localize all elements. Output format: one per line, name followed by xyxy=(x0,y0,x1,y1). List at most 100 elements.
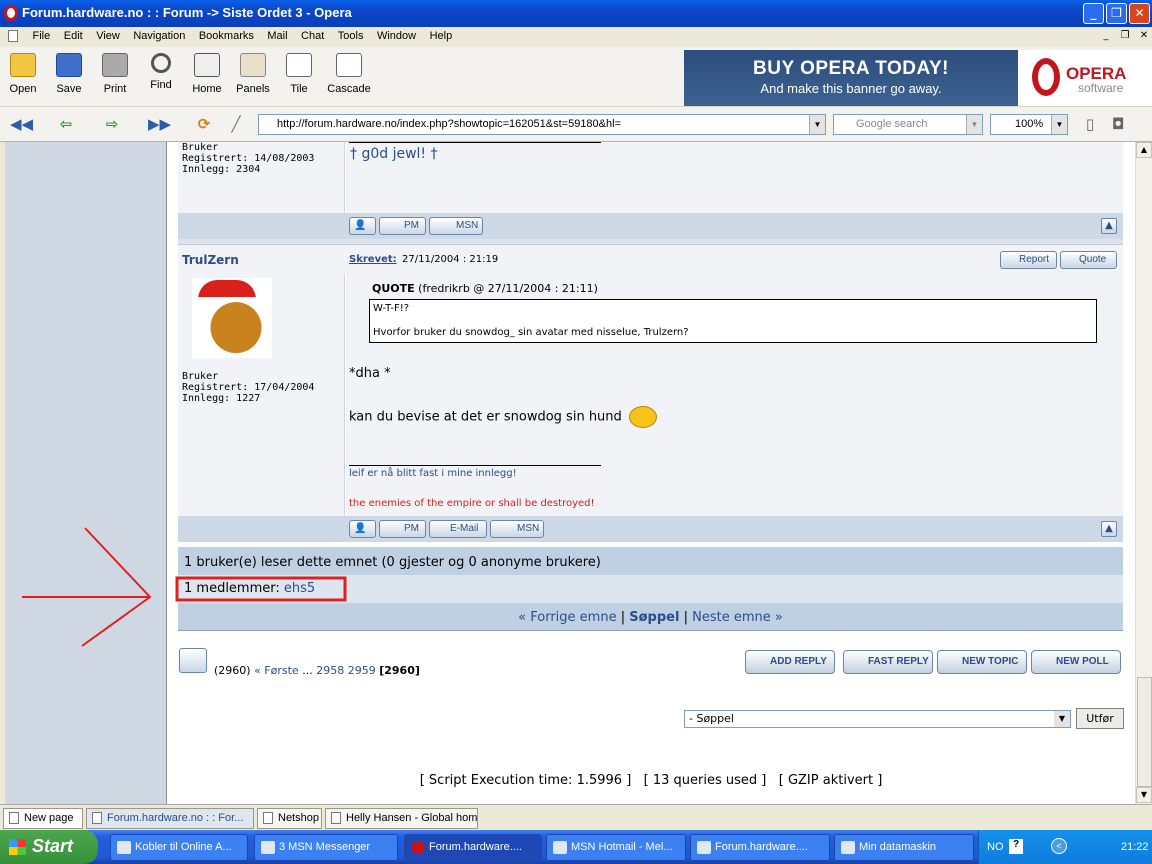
go-button[interactable]: Utfør xyxy=(1076,708,1124,729)
find-button[interactable]: Find xyxy=(138,51,184,91)
taskbar-item[interactable]: MSN Hotmail - Mel... xyxy=(546,834,686,861)
post-signature: † g0d jewl! † xyxy=(350,146,438,162)
profile-button[interactable]: 👤 xyxy=(349,217,376,235)
folder-icon xyxy=(10,53,36,77)
zoom-select[interactable]: 100% ▼ xyxy=(990,114,1068,135)
forward-icon[interactable]: ⇨ xyxy=(102,115,122,133)
post-text: *dha * xyxy=(349,366,391,381)
rewind-icon[interactable]: ◀◀ xyxy=(10,115,33,133)
page-link[interactable]: 2958 xyxy=(316,664,344,677)
language-indicator[interactable]: NO xyxy=(987,841,1004,853)
taskbar-item[interactable]: Min datamaskin xyxy=(834,834,974,861)
stop-icon[interactable]: ╱ xyxy=(226,115,246,133)
prev-topic-link[interactable]: « Forrige emne xyxy=(518,610,616,625)
menu-navigation[interactable]: Navigation xyxy=(128,27,190,45)
menu-help[interactable]: Help xyxy=(425,27,458,45)
help-icon[interactable]: ? xyxy=(1009,839,1023,854)
camera-icon[interactable]: ◘ xyxy=(1108,115,1128,133)
tab-netshop[interactable]: Netshop xyxy=(257,808,322,829)
menu-view[interactable]: View xyxy=(91,27,125,45)
menu-window[interactable]: Window xyxy=(372,27,421,45)
home-button[interactable]: Home xyxy=(184,51,230,95)
taskbar-item[interactable]: Forum.hardware.... xyxy=(690,834,830,861)
post-text: kan du bevise at det er snowdog sin hund xyxy=(349,406,657,428)
tab-new-page[interactable]: New page xyxy=(3,808,83,829)
post-author-info: Bruker Registrert: 14/08/2003 Innlegg: 2… xyxy=(178,142,345,213)
save-button[interactable]: Save xyxy=(46,51,92,95)
report-button[interactable]: Report xyxy=(1000,251,1057,269)
reload-icon[interactable]: ⟳ xyxy=(194,115,214,133)
scroll-down-icon[interactable]: ▼ xyxy=(1136,787,1152,803)
tab-helly-hansen[interactable]: Helly Hansen - Global home xyxy=(325,808,478,829)
msn-button[interactable]: MSN xyxy=(429,217,483,235)
menu-mail[interactable]: Mail xyxy=(262,27,292,45)
post-author[interactable]: TrulZern xyxy=(182,253,239,267)
signature-divider xyxy=(349,465,601,466)
chevron-down-icon[interactable]: ▼ xyxy=(966,115,982,134)
address-bar: ◀◀ ⇦ ⇨ ▶▶ ⟳ ╱ http://forum.hardware.no/i… xyxy=(0,107,1152,142)
chevron-left-icon[interactable]: < xyxy=(1051,838,1067,854)
open-button[interactable]: Open xyxy=(0,51,46,95)
restore-button[interactable]: ❐ xyxy=(1106,3,1127,24)
tile-button[interactable]: Tile xyxy=(276,51,322,95)
close-button[interactable]: ✕ xyxy=(1129,3,1150,24)
tab-forum[interactable]: Forum.hardware.no : : For... xyxy=(86,808,254,829)
search-input[interactable]: Google search ▼ xyxy=(833,114,983,135)
window-title: Forum.hardware.no : : Forum -> Siste Ord… xyxy=(22,5,352,20)
scroll-up-icon[interactable]: ▲ xyxy=(1136,142,1152,158)
scroll-thumb[interactable] xyxy=(1137,677,1152,787)
new-poll-button[interactable]: NEW POLL xyxy=(1031,650,1121,674)
post-written-label[interactable]: Skrevet: xyxy=(349,254,397,265)
menu-chat[interactable]: Chat xyxy=(296,27,329,45)
cascade-button[interactable]: Cascade xyxy=(326,51,372,95)
start-button[interactable]: Start xyxy=(0,830,98,864)
minimize-button[interactable]: _ xyxy=(1083,3,1104,24)
title-bar[interactable]: Forum.hardware.no : : Forum -> Siste Ord… xyxy=(0,0,1152,27)
msn-icon xyxy=(261,841,275,854)
opera-icon xyxy=(4,5,18,21)
back-icon[interactable]: ⇦ xyxy=(56,115,76,133)
page-icon xyxy=(8,30,18,42)
quote-button[interactable]: Quote xyxy=(1060,251,1117,269)
first-page-link[interactable]: « Første xyxy=(254,664,299,677)
buy-opera-banner[interactable]: BUY OPERA TODAY! And make this banner go… xyxy=(684,50,1018,106)
trash-icon[interactable]: ▯ xyxy=(1080,115,1100,133)
arrow-up-icon[interactable]: ▲ xyxy=(1101,218,1117,234)
arrow-up-icon[interactable]: ▲ xyxy=(1101,521,1117,537)
chevron-down-icon[interactable]: ▼ xyxy=(1051,115,1067,134)
mdi-minimize-button[interactable]: _ xyxy=(1098,29,1114,44)
fast-reply-button[interactable]: FAST REPLY xyxy=(843,650,933,674)
taskbar-item[interactable]: 3 MSN Messenger xyxy=(254,834,398,861)
mdi-restore-button[interactable]: ❐ xyxy=(1117,29,1133,44)
email-button[interactable]: E-Mail xyxy=(429,520,487,538)
forum-link[interactable]: Søppel xyxy=(629,610,679,625)
panels-button[interactable]: Panels xyxy=(230,51,276,95)
forum-jump-select[interactable]: - Søppel ▼ xyxy=(684,710,1071,728)
post-header: TrulZern Skrevet: 27/11/2004 : 21:19 Rep… xyxy=(178,244,1123,274)
menu-file[interactable]: File xyxy=(28,27,56,45)
pm-button[interactable]: PM xyxy=(379,217,426,235)
chevron-down-icon[interactable]: ▼ xyxy=(809,115,825,134)
pm-button[interactable]: PM xyxy=(379,520,426,538)
network-icon xyxy=(117,841,131,854)
vertical-scrollbar[interactable]: ▲ ▼ xyxy=(1135,142,1152,804)
print-button[interactable]: Print xyxy=(92,51,138,95)
footer-stats: [ Script Execution time: 1.5996 ] [ 13 q… xyxy=(419,773,883,788)
menu-bar: File Edit View Navigation Bookmarks Mail… xyxy=(0,27,1152,47)
menu-edit[interactable]: Edit xyxy=(59,27,88,45)
address-input[interactable]: http://forum.hardware.no/index.php?showt… xyxy=(258,114,826,135)
page-link[interactable]: 2959 xyxy=(348,664,376,677)
new-topic-button[interactable]: NEW TOPIC xyxy=(937,650,1027,674)
next-topic-link[interactable]: Neste emne » xyxy=(692,610,783,625)
add-reply-button[interactable]: ADD REPLY xyxy=(745,650,835,674)
msn-button[interactable]: MSN xyxy=(490,520,544,538)
clock: 21:22 xyxy=(1121,841,1149,853)
mdi-close-button[interactable]: ✕ xyxy=(1136,29,1152,44)
menu-tools[interactable]: Tools xyxy=(333,27,369,45)
menu-bookmarks[interactable]: Bookmarks xyxy=(194,27,259,45)
chevron-down-icon[interactable]: ▼ xyxy=(1054,711,1070,727)
page-jump-icon[interactable] xyxy=(179,648,207,673)
fast-forward-icon[interactable]: ▶▶ xyxy=(148,115,171,133)
taskbar-item[interactable]: Kobler til Online A... xyxy=(110,834,248,861)
taskbar-item[interactable]: Forum.hardware.... xyxy=(404,834,542,861)
